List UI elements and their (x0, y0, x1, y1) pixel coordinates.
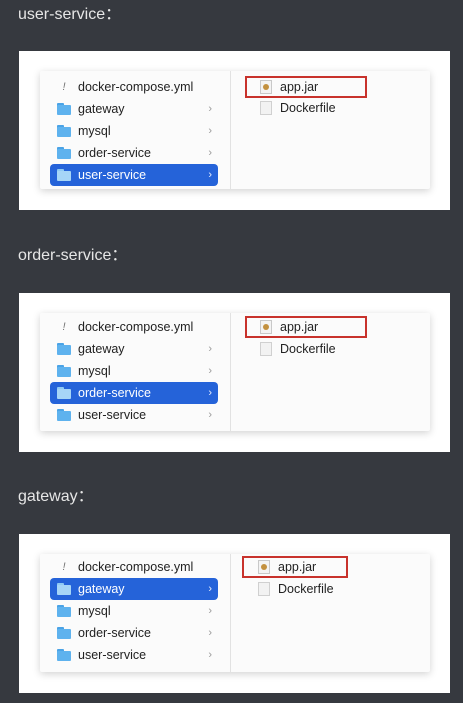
folder-icon (56, 145, 72, 161)
file-item-dockerfile[interactable]: Dockerfile (260, 339, 336, 359)
chevron-right-icon: › (208, 649, 212, 661)
folder-icon (56, 363, 72, 379)
folder-icon (56, 101, 72, 117)
chevron-right-icon: › (208, 125, 212, 137)
finder-column-view: ǃ docker-compose.yml gateway › mysql › o… (40, 71, 430, 189)
jar-file-icon (260, 320, 272, 334)
document-icon (258, 582, 270, 596)
finder-screenshot: ǃ docker-compose.yml gateway › mysql › o… (19, 293, 450, 452)
chevron-right-icon: › (208, 409, 212, 421)
folder-column: ǃ docker-compose.yml gateway › mysql › o… (40, 71, 231, 189)
folder-icon (56, 167, 72, 183)
list-item-mysql[interactable]: mysql › (50, 120, 218, 142)
yml-file-icon: ǃ (62, 561, 66, 573)
chevron-right-icon: › (208, 103, 212, 115)
finder-screenshot: ǃ docker-compose.yml gateway › mysql › o… (19, 51, 450, 210)
finder-column-view: ǃ docker-compose.yml gateway › mysql › o… (40, 313, 430, 431)
chevron-right-icon: › (208, 365, 212, 377)
folder-icon (56, 647, 72, 663)
list-item-order-service[interactable]: order-service › (50, 622, 218, 644)
list-item-gateway[interactable]: gateway › (50, 578, 218, 600)
document-icon (260, 342, 272, 356)
list-item-docker-compose[interactable]: ǃ docker-compose.yml (50, 316, 218, 338)
list-item-mysql[interactable]: mysql › (50, 600, 218, 622)
folder-icon (56, 341, 72, 357)
file-item-dockerfile[interactable]: Dockerfile (258, 579, 334, 599)
section-caption: user-service： (18, 6, 122, 23)
chevron-right-icon: › (208, 169, 212, 181)
jar-file-icon (260, 80, 272, 94)
chevron-right-icon: › (208, 627, 212, 639)
file-item-app-jar[interactable]: app.jar (260, 317, 318, 337)
file-item-dockerfile[interactable]: Dockerfile (260, 98, 336, 118)
folder-icon (56, 385, 72, 401)
file-column: app.jar Dockerfile (240, 554, 430, 672)
folder-icon (56, 123, 72, 139)
file-column: app.jar Dockerfile (240, 71, 430, 189)
list-item-user-service[interactable]: user-service › (50, 404, 218, 426)
chevron-right-icon: › (208, 343, 212, 355)
list-item-gateway[interactable]: gateway › (50, 338, 218, 360)
list-item-mysql[interactable]: mysql › (50, 360, 218, 382)
document-icon (260, 101, 272, 115)
chevron-right-icon: › (208, 605, 212, 617)
list-item-gateway[interactable]: gateway › (50, 98, 218, 120)
list-item-user-service[interactable]: user-service › (50, 164, 218, 186)
folder-icon (56, 581, 72, 597)
section-caption: gateway： (18, 488, 94, 505)
folder-icon (56, 603, 72, 619)
list-item-user-service[interactable]: user-service › (50, 644, 218, 666)
list-item-order-service[interactable]: order-service › (50, 382, 218, 404)
list-item-order-service[interactable]: order-service › (50, 142, 218, 164)
finder-screenshot: ǃ docker-compose.yml gateway › mysql › o… (19, 534, 450, 693)
list-item-docker-compose[interactable]: ǃ docker-compose.yml (50, 556, 218, 578)
file-column: app.jar Dockerfile (240, 313, 430, 431)
yml-file-icon: ǃ (62, 81, 66, 93)
section-caption: order-service： (18, 247, 128, 264)
jar-file-icon (258, 560, 270, 574)
folder-column: ǃ docker-compose.yml gateway › mysql › o… (40, 554, 231, 672)
file-item-app-jar[interactable]: app.jar (258, 557, 316, 577)
chevron-right-icon: › (208, 387, 212, 399)
folder-icon (56, 625, 72, 641)
folder-column: ǃ docker-compose.yml gateway › mysql › o… (40, 313, 231, 431)
list-item-docker-compose[interactable]: ǃ docker-compose.yml (50, 76, 218, 98)
yml-file-icon: ǃ (62, 321, 66, 333)
file-item-app-jar[interactable]: app.jar (260, 77, 318, 97)
chevron-right-icon: › (208, 583, 212, 595)
folder-icon (56, 407, 72, 423)
chevron-right-icon: › (208, 147, 212, 159)
finder-column-view: ǃ docker-compose.yml gateway › mysql › o… (40, 554, 430, 672)
